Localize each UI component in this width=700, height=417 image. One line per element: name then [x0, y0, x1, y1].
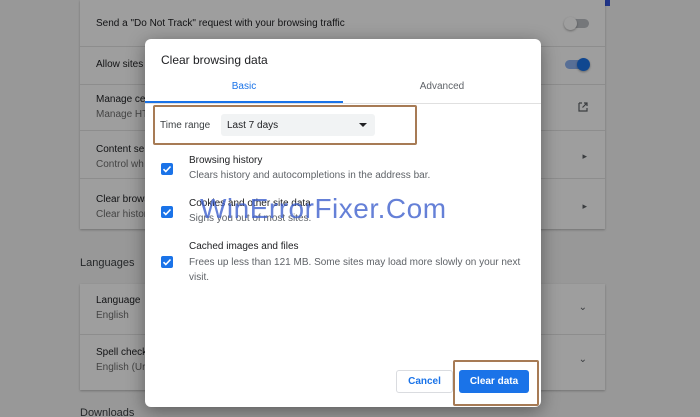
watermark: WinErrorFixer.Com	[200, 193, 447, 224]
checkmark-icon	[162, 258, 172, 266]
time-range-highlight	[153, 105, 417, 145]
cached-images-description: Frees up less than 121 MB. Some sites ma…	[189, 257, 521, 283]
checkmark-icon	[162, 165, 172, 173]
tab-basic[interactable]: Basic	[145, 81, 343, 92]
dialog-title: Clear browsing data	[161, 53, 268, 67]
tab-advanced[interactable]: Advanced	[343, 81, 541, 92]
cancel-button[interactable]: Cancel	[396, 370, 453, 393]
cached-images-checkbox[interactable]	[161, 256, 173, 268]
tab-divider	[145, 103, 541, 104]
browsing-history-checkbox[interactable]	[161, 163, 173, 175]
cached-images-title: Cached images and files	[189, 241, 299, 252]
browsing-history-description: Clears history and autocompletions in th…	[189, 170, 431, 181]
checkmark-icon	[162, 208, 172, 216]
cookies-checkbox[interactable]	[161, 206, 173, 218]
clear-data-highlight	[453, 360, 539, 406]
browsing-history-title: Browsing history	[189, 155, 263, 166]
